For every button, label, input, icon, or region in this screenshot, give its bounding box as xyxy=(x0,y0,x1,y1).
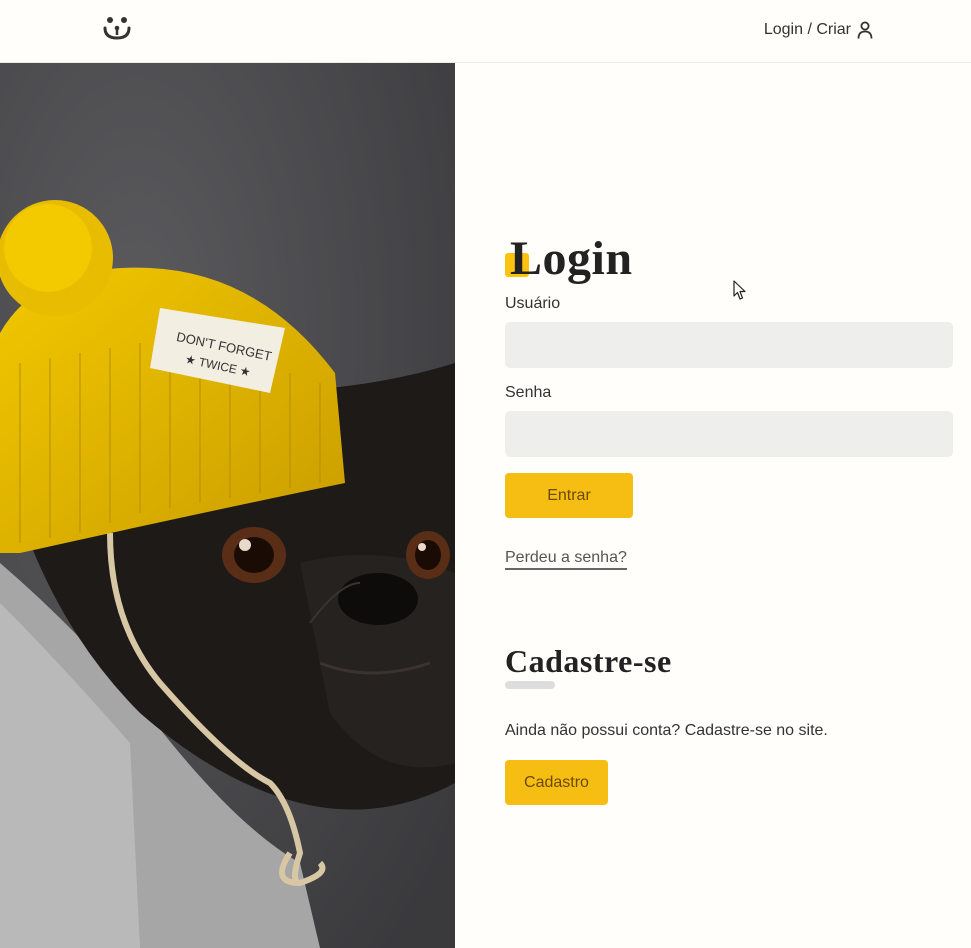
login-create-label: Login / Criar xyxy=(763,21,851,38)
login-title: Login xyxy=(510,232,633,285)
signup-button[interactable]: Cadastro xyxy=(505,760,608,805)
login-title-block: Login xyxy=(505,231,633,287)
username-input[interactable] xyxy=(505,322,953,368)
login-create-link[interactable]: Login / Criar xyxy=(764,21,873,39)
login-submit-button[interactable]: Entrar xyxy=(505,473,633,518)
lost-password-link[interactable]: Perdeu a senha? xyxy=(505,549,627,570)
pug-photo: DON'T FORGET ★ TWICE ★ xyxy=(0,63,455,948)
signup-title-underline xyxy=(505,681,555,689)
mouse-cursor-icon xyxy=(733,280,746,300)
signup-description: Ainda não possui conta? Cadastre-se no s… xyxy=(505,722,828,739)
dog-logo-icon[interactable] xyxy=(103,16,131,42)
signup-title: Cadastre-se xyxy=(505,643,672,679)
username-label: Usuário xyxy=(505,295,561,312)
site-header: Login / Criar xyxy=(0,0,971,63)
password-label: Senha xyxy=(505,384,552,401)
password-input[interactable] xyxy=(505,411,953,457)
login-panel: Login Usuário Senha Entrar Perdeu a senh… xyxy=(455,63,971,948)
user-icon xyxy=(857,21,873,39)
